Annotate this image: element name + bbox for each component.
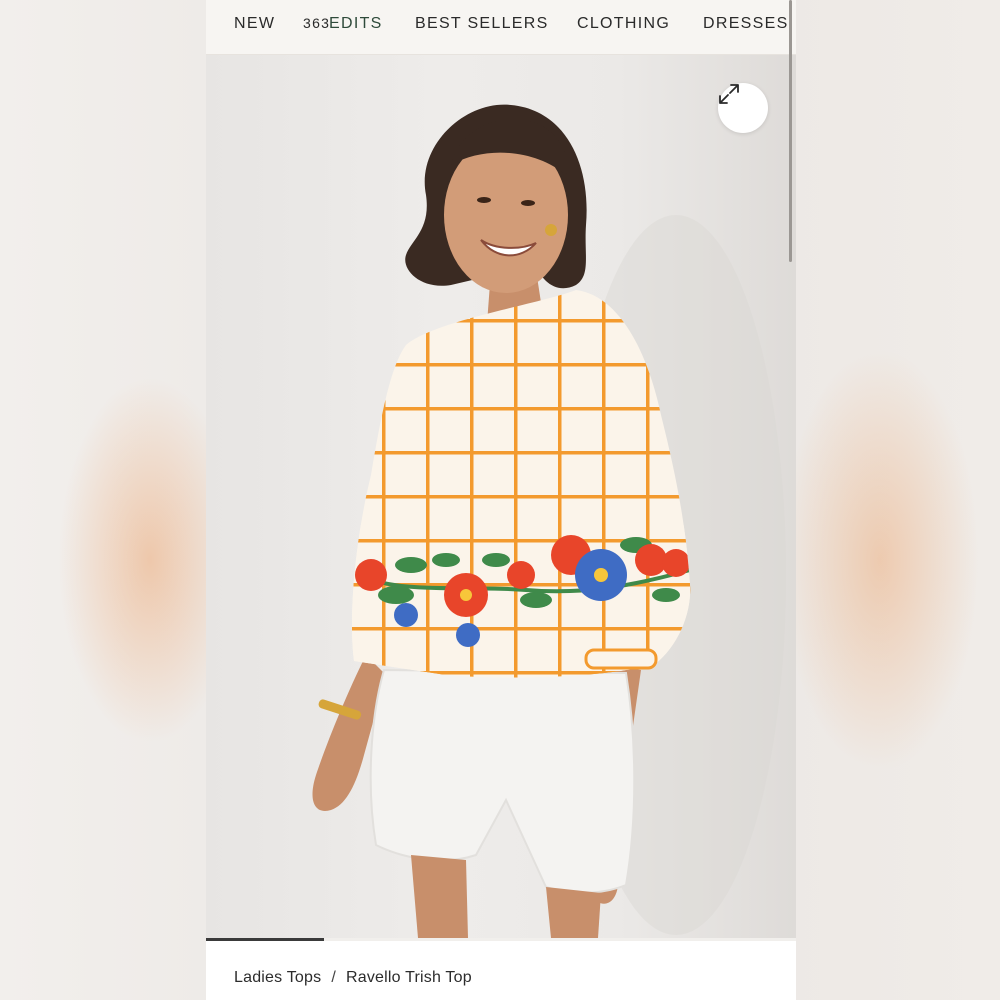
- nav-item-new[interactable]: NEW 363: [234, 15, 329, 33]
- mobile-screen: NEW 363 EDITS BEST SELLERS CLOTHING DRES…: [206, 0, 796, 1000]
- breadcrumb-separator: /: [331, 969, 336, 986]
- new-count-badge: 363: [303, 15, 331, 31]
- expand-image-button[interactable]: [718, 83, 768, 133]
- nav-item-edits[interactable]: EDITS: [329, 15, 383, 33]
- nav-item-dresses[interactable]: DRESSES: [703, 15, 789, 33]
- gallery-progress-fill: [206, 938, 324, 941]
- breadcrumb-category-link[interactable]: Ladies Tops: [234, 969, 321, 986]
- model-illustration: [312, 104, 786, 938]
- expand-arrows-icon: [719, 84, 739, 104]
- gallery-progress-bar: [206, 938, 796, 941]
- breadcrumb: Ladies Tops / Ravello Trish Top: [234, 969, 472, 987]
- nav-item-clothing[interactable]: CLOTHING: [577, 15, 670, 33]
- breadcrumb-current-product: Ravello Trish Top: [345, 969, 472, 986]
- nav-item-best-sellers[interactable]: BEST SELLERS: [415, 15, 549, 33]
- product-image[interactable]: [206, 55, 796, 938]
- nav-item-label: NEW: [234, 15, 276, 32]
- top-navigation: NEW 363 EDITS BEST SELLERS CLOTHING DRES…: [206, 0, 796, 55]
- scrollbar[interactable]: [789, 0, 792, 262]
